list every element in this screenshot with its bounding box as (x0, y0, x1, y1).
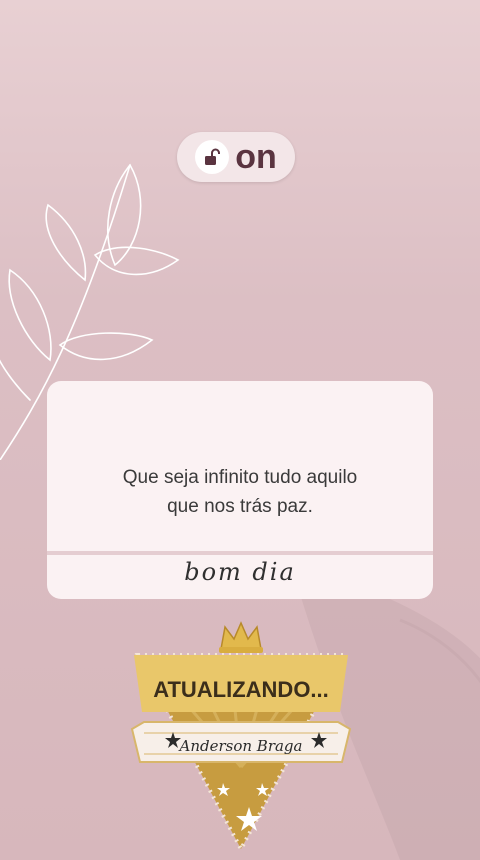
status-label: on (235, 138, 277, 176)
quote-line-2: que nos trás paz. (167, 496, 313, 517)
badge-title: ATUALIZANDO... (153, 677, 329, 702)
badge-shape (130, 621, 352, 854)
quote-text: Que seja infinito tudo aquilo que nos tr… (47, 463, 433, 521)
badge-name: Anderson Braga (179, 737, 303, 755)
status-pill[interactable]: on (177, 132, 295, 182)
greeting-signature: bom dia (184, 558, 296, 586)
card-divider (47, 551, 433, 555)
unlock-icon (195, 140, 230, 174)
quote-line-1: Que seja infinito tudo aquilo (122, 467, 358, 488)
crown-icon (219, 621, 263, 653)
quote-card: Que seja infinito tudo aquilo que nos tr… (47, 381, 433, 599)
updating-badge: ATUALIZANDO... Anderson Braga (130, 617, 352, 855)
